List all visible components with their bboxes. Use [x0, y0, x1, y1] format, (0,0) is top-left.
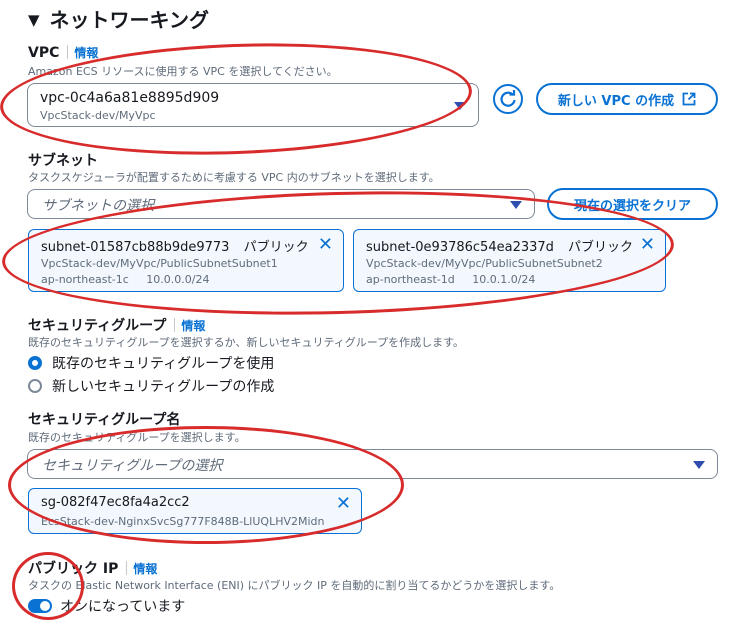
security-group-token: sg-082f47ec8fa4a2cc2 EcsStack-dev-NginxS…	[28, 488, 362, 534]
subnet-name: VpcStack-dev/MyVpc/PublicSubnetSubnet1	[41, 257, 278, 270]
public-ip-label-row: パブリック IP 情報	[28, 558, 157, 578]
vpc-label: VPC	[28, 45, 60, 61]
subnet-cidr: 10.0.1.0/24	[472, 273, 536, 286]
refresh-button[interactable]	[493, 84, 523, 114]
security-group-select[interactable]: セキュリティグループの選択	[27, 449, 718, 479]
subnet-type: パブリック	[243, 240, 309, 255]
security-group-name-description: 既存のセキュリティグループを選択します。	[28, 431, 246, 444]
vpc-info-link[interactable]: 情報	[74, 46, 98, 60]
security-group-info-link[interactable]: 情報	[181, 319, 205, 333]
public-ip-label: パブリック IP	[28, 561, 119, 577]
radio-option-existing[interactable]: 既存のセキュリティグループを使用	[28, 354, 274, 372]
section-header[interactable]: ▼ ネットワーキング	[28, 4, 209, 33]
security-group-placeholder: セキュリティグループの選択	[42, 458, 223, 474]
public-ip-info-link[interactable]: 情報	[133, 562, 157, 576]
subnet-token: subnet-01587cb88b9de9773 パブリック VpcStack-…	[28, 229, 344, 292]
toggle-knob	[40, 601, 50, 611]
radio-selected-icon	[28, 356, 42, 370]
dropdown-caret-icon	[510, 201, 522, 209]
radio-unselected-icon	[28, 379, 42, 393]
subnet-description: タスクスケジューラが配置するために考慮する VPC 内のサブネットを選択します。	[28, 171, 440, 184]
subnet-placeholder: サブネットの選択	[42, 198, 154, 214]
clear-selection-button[interactable]: 現在の選択をクリア	[547, 188, 718, 220]
subnet-id: subnet-0e93786c54ea2337d	[366, 240, 554, 255]
public-ip-toggle-row[interactable]: オンになっています	[28, 597, 185, 615]
dropdown-caret-icon	[693, 461, 705, 469]
create-vpc-label: 新しい VPC の作成	[557, 93, 675, 109]
security-group-token-name: EcsStack-dev-NginxSvcSg777F848B-LlUQLHV2…	[41, 515, 325, 528]
clear-selection-label: 現在の選択をクリア	[573, 198, 691, 214]
radio-label: 新しいセキュリティグループの作成	[52, 379, 275, 395]
divider	[174, 318, 176, 332]
security-group-label: セキュリティグループ	[28, 318, 167, 334]
security-group-token-id: sg-082f47ec8fa4a2cc2	[41, 495, 190, 510]
subnet-select[interactable]: サブネットの選択	[27, 189, 535, 219]
external-link-icon	[682, 92, 696, 106]
caret-down-icon: ▼	[28, 11, 40, 29]
public-ip-description: タスクの Elastic Network Interface (ENI) にパブ…	[28, 579, 561, 592]
subnet-az: ap-northeast-1d	[366, 273, 455, 286]
subnet-token: subnet-0e93786c54ea2337d パブリック VpcStack-…	[353, 229, 666, 292]
divider	[67, 45, 69, 59]
radio-option-new[interactable]: 新しいセキュリティグループの作成	[28, 377, 274, 395]
public-ip-toggle-label: オンになっています	[60, 599, 186, 615]
remove-token-icon[interactable]: ✕	[318, 236, 333, 254]
public-ip-toggle[interactable]	[28, 599, 52, 613]
subnet-id: subnet-01587cb88b9de9773	[41, 240, 230, 255]
remove-token-icon[interactable]: ✕	[336, 495, 351, 513]
subnet-az-cidr: ap-northeast-1d 10.0.1.0/24	[366, 273, 535, 286]
vpc-selected-sub: VpcStack-dev/MyVpc	[40, 109, 156, 122]
vpc-description: Amazon ECS リソースに使用する VPC を選択してください。	[28, 65, 338, 78]
subnet-label: サブネット	[28, 153, 98, 169]
remove-token-icon[interactable]: ✕	[640, 236, 655, 254]
subnet-az-cidr: ap-northeast-1c 10.0.0.0/24	[41, 273, 209, 286]
radio-label: 既存のセキュリティグループを使用	[52, 356, 275, 372]
vpc-label-row: VPC 情報	[28, 44, 98, 61]
subnet-az: ap-northeast-1c	[41, 273, 129, 286]
vpc-select[interactable]: vpc-0c4a6a81e8895d909 VpcStack-dev/MyVpc	[27, 83, 479, 127]
security-group-name-label: セキュリティグループ名	[28, 412, 181, 428]
section-title: ネットワーキング	[49, 8, 209, 32]
subnet-name: VpcStack-dev/MyVpc/PublicSubnetSubnet2	[366, 257, 603, 270]
divider	[126, 561, 128, 575]
subnet-token-title: subnet-01587cb88b9de9773 パブリック	[41, 236, 309, 255]
security-group-description: 既存のセキュリティグループを選択するか、新しいセキュリティグループを作成します。	[28, 336, 465, 349]
subnet-cidr: 10.0.0.0/24	[146, 273, 210, 286]
vpc-selected-value: vpc-0c4a6a81e8895d909	[40, 90, 220, 106]
refresh-icon	[500, 90, 516, 107]
subnet-token-title: subnet-0e93786c54ea2337d パブリック	[366, 236, 633, 255]
dropdown-caret-icon	[454, 102, 466, 110]
subnet-type: パブリック	[568, 240, 634, 255]
security-group-label-row: セキュリティグループ 情報	[28, 315, 205, 335]
create-vpc-button[interactable]: 新しい VPC の作成	[536, 83, 718, 115]
